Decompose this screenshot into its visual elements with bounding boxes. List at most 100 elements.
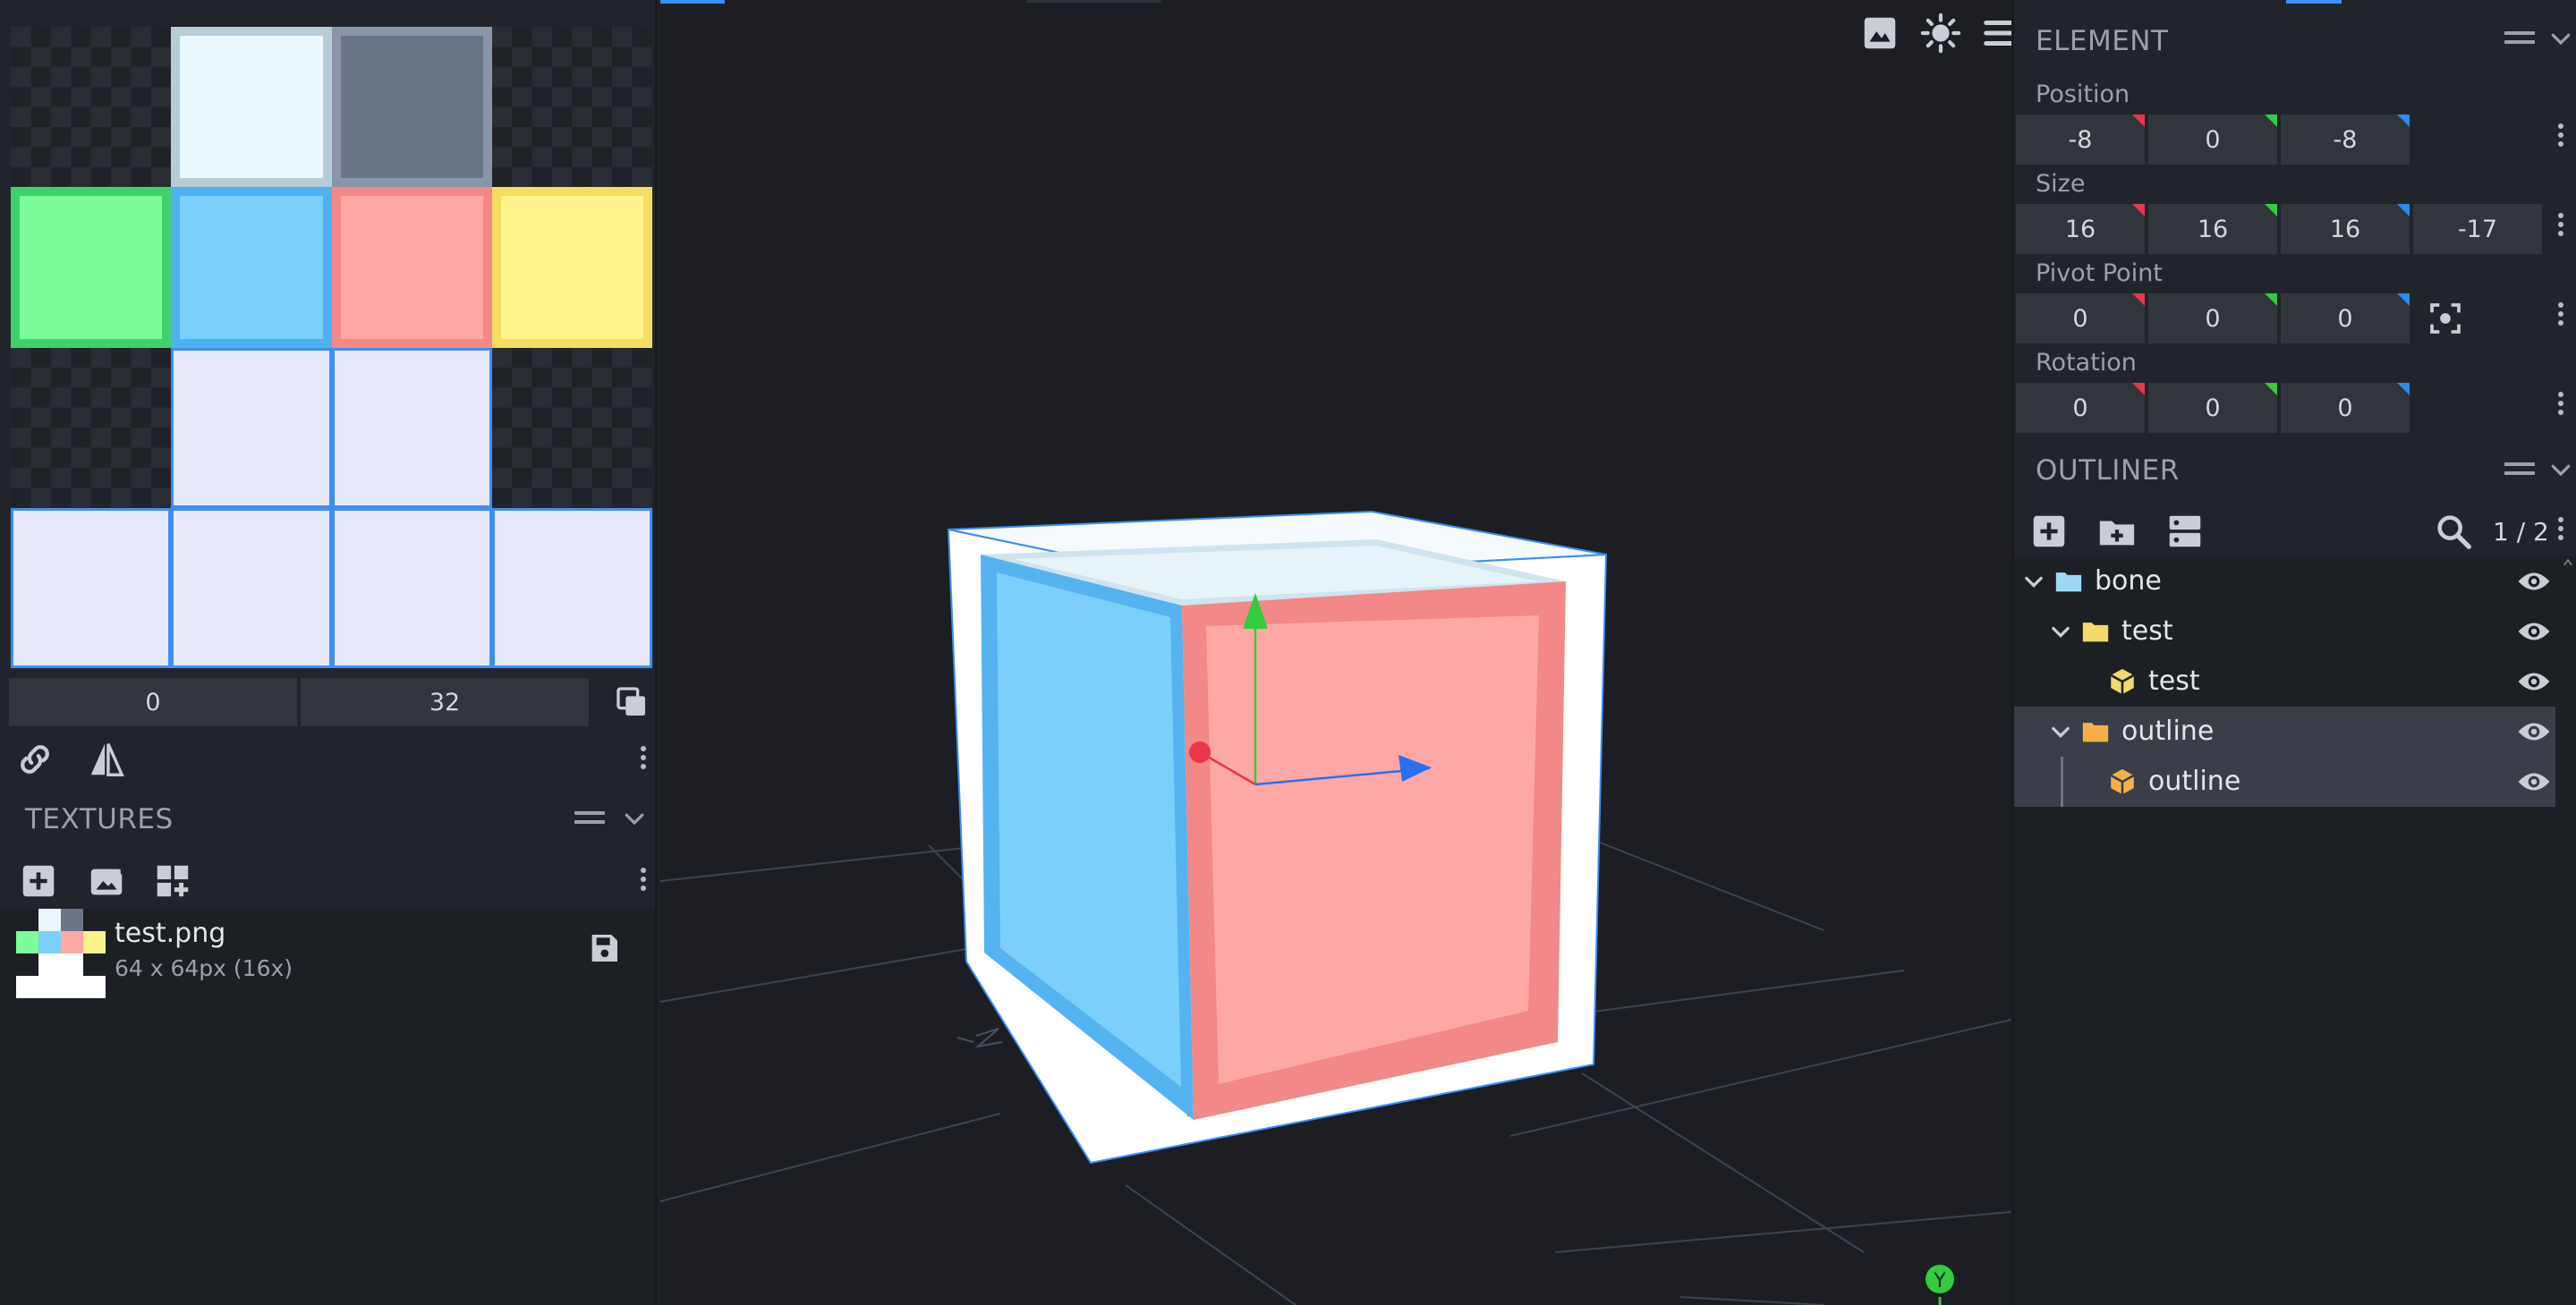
eye-icon[interactable] [2517, 669, 2551, 694]
pivot-x-input[interactable] [2016, 293, 2145, 343]
collapse-all-icon[interactable] [2164, 511, 2206, 552]
uv-toolbar [9, 733, 653, 784]
center-pivot-icon[interactable] [2427, 301, 2463, 336]
size-z-input[interactable] [2281, 204, 2410, 254]
textures-panel-menu-icon[interactable] [574, 811, 605, 829]
position-x-input[interactable] [2016, 114, 2145, 165]
uv-face-north[interactable] [171, 507, 332, 668]
element-header: ELEMENT [2014, 16, 2576, 64]
save-icon[interactable] [586, 930, 622, 966]
folder-icon [2082, 623, 2109, 642]
add-texture-icon[interactable] [18, 860, 59, 902]
outliner-row-outline-group[interactable]: outline [2014, 707, 2555, 757]
position-menu-kebab-icon[interactable] [2555, 120, 2567, 156]
add-cube-icon[interactable] [2028, 511, 2070, 552]
inflate-input[interactable] [2413, 204, 2542, 254]
x-axis-marker [2132, 204, 2145, 216]
outliner-item-label: bone [2095, 565, 2162, 597]
add-group-icon[interactable] [2096, 511, 2138, 552]
outliner-row-test-cube[interactable]: test [2014, 657, 2555, 707]
selection-count: 1 / 2 [2493, 517, 2549, 547]
tree-indent-line [2061, 757, 2063, 807]
size-x-input[interactable] [2016, 204, 2145, 254]
search-icon[interactable] [2433, 511, 2474, 552]
texture-grid-icon[interactable] [152, 860, 193, 902]
sun-icon[interactable] [1920, 13, 1961, 54]
outliner-row-test-group[interactable]: test [2014, 606, 2555, 657]
rotation-y-input[interactable] [2148, 383, 2277, 433]
eye-icon[interactable] [2517, 569, 2551, 594]
rotation-row [2014, 383, 2576, 433]
uv-tex-south-face [491, 187, 652, 348]
menu-icon[interactable] [1981, 13, 2011, 54]
rotation-x-input[interactable] [2016, 383, 2145, 433]
textures-toolbar [9, 857, 653, 905]
uv-offset-x-input[interactable] [9, 678, 297, 726]
textures-collapse-chevron-icon[interactable] [621, 805, 648, 832]
position-y-input[interactable] [2148, 114, 2277, 165]
outliner-row-bone[interactable]: bone [2014, 556, 2555, 606]
chevron-down-icon[interactable] [2048, 619, 2073, 644]
outliner-item-label: outline [2121, 716, 2215, 747]
outliner-item-label: test [2121, 615, 2173, 647]
rotation-z-input[interactable] [2281, 383, 2410, 433]
mirror-icon[interactable] [86, 739, 127, 780]
position-z-input[interactable] [2281, 114, 2410, 165]
texture-item[interactable]: test.png 64 x 64px (16x) [0, 909, 655, 998]
scroll-up-icon[interactable] [2562, 556, 2574, 569]
uv-face-up[interactable] [171, 347, 332, 508]
z-axis-marker [2397, 293, 2410, 306]
y-axis-marker [2265, 204, 2277, 216]
size-y-input[interactable] [2148, 204, 2277, 254]
uv-face-west[interactable] [331, 507, 492, 668]
texture-size: 64 x 64px (16x) [115, 955, 293, 981]
outliner-menu-kebab-icon[interactable] [2555, 513, 2567, 549]
chevron-down-icon[interactable] [2048, 719, 2073, 744]
textures-menu-kebab-icon[interactable] [637, 864, 650, 900]
chevron-down-icon[interactable] [2021, 569, 2046, 594]
element-panel-menu-icon[interactable] [2504, 31, 2535, 49]
uv-face-down[interactable] [331, 347, 492, 508]
pivot-z-input[interactable] [2281, 293, 2410, 343]
x-axis-marker [2132, 383, 2145, 395]
uv-offset-inputs [9, 678, 653, 726]
import-texture-icon[interactable] [86, 860, 127, 902]
y-axis-marker [2265, 293, 2277, 306]
position-row [2014, 114, 2576, 165]
uv-face-south[interactable] [491, 507, 652, 668]
folder-icon [2055, 572, 2082, 592]
pivot-row [2014, 293, 2576, 343]
element-title: ELEMENT [2036, 25, 2169, 57]
y-axis-marker [2265, 383, 2277, 395]
uv-offset-y-input[interactable] [301, 678, 589, 726]
eye-icon[interactable] [2517, 619, 2551, 644]
pivot-y-input[interactable] [2148, 293, 2277, 343]
outliner-row-outline-cube[interactable]: outline [2014, 757, 2555, 807]
left-panel: TEXTURES [0, 0, 658, 1305]
outliner-collapse-chevron-icon[interactable] [2547, 456, 2574, 483]
element-collapse-chevron-icon[interactable] [2547, 25, 2574, 52]
rotation-menu-kebab-icon[interactable] [2555, 388, 2567, 424]
image-icon[interactable] [1859, 13, 1900, 54]
cube-icon [2110, 668, 2135, 695]
cube-icon [2110, 768, 2135, 795]
pivot-menu-kebab-icon[interactable] [2555, 299, 2567, 335]
size-menu-kebab-icon[interactable] [2555, 209, 2567, 245]
eye-icon[interactable] [2517, 769, 2551, 794]
texture-thumbnail [16, 909, 106, 998]
uv-editor[interactable] [11, 27, 652, 668]
folder-icon [2082, 723, 2109, 742]
copy-icon[interactable] [614, 684, 650, 720]
link-icon[interactable] [14, 739, 55, 780]
outliner-tree: bone test test outline outline [2014, 556, 2576, 1305]
eye-icon[interactable] [2517, 719, 2551, 744]
size-row [2014, 204, 2576, 254]
x-axis-marker [2132, 114, 2145, 127]
uv-face-east[interactable] [11, 507, 172, 668]
outliner-header: OUTLINER [2014, 445, 2576, 494]
3d-viewport[interactable]: Y [660, 0, 2011, 1305]
uv-menu-kebab-icon[interactable] [637, 742, 650, 778]
rotation-label: Rotation [2036, 349, 2137, 377]
pivot-label: Pivot Point [2036, 259, 2163, 287]
outliner-panel-menu-icon[interactable] [2504, 462, 2535, 480]
